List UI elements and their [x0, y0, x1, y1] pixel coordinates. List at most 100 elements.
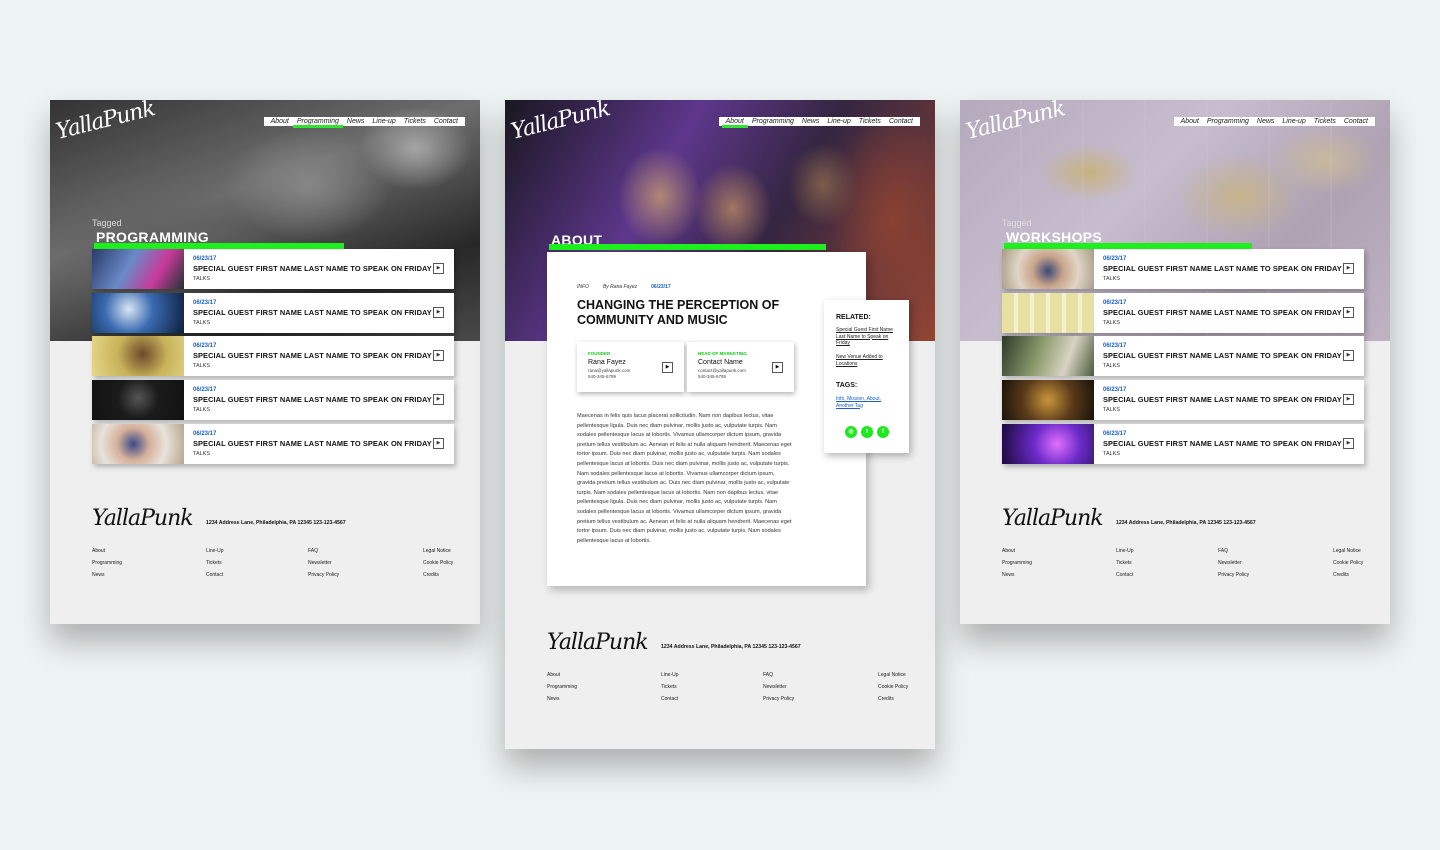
play-icon[interactable]: ▶: [772, 362, 783, 373]
nav-tickets[interactable]: Tickets: [1310, 117, 1340, 126]
footer-link[interactable]: Privacy Policy: [308, 572, 339, 584]
nav-programming[interactable]: Programming: [748, 117, 798, 126]
play-icon[interactable]: ▶: [1343, 263, 1354, 274]
nav-about[interactable]: About: [267, 117, 293, 126]
instagram-icon[interactable]: ◎: [845, 426, 857, 438]
footer-link[interactable]: Privacy Policy: [763, 696, 794, 708]
nav-about[interactable]: About: [1177, 117, 1203, 126]
related-link[interactable]: New Venue Added to Locations: [836, 354, 896, 367]
list-item[interactable]: 06/23/17 SPECIAL GUEST FIRST NAME LAST N…: [92, 380, 454, 421]
list-item[interactable]: 06/23/17 SPECIAL GUEST FIRST NAME LAST N…: [92, 336, 454, 377]
item-category: TALKS: [1103, 407, 1121, 414]
play-icon[interactable]: ▶: [1343, 306, 1354, 318]
footer-logo[interactable]: YallaPunk: [547, 630, 911, 655]
facebook-icon[interactable]: f: [877, 426, 889, 438]
footer-link[interactable]: Programming: [1002, 560, 1032, 572]
footer-link[interactable]: Cookie Policy: [1333, 560, 1363, 572]
twitter-icon[interactable]: t: [861, 426, 873, 438]
list-item[interactable]: 06/23/17 SPECIAL GUEST FIRST NAME LAST N…: [92, 423, 454, 464]
footer-link[interactable]: News: [1002, 572, 1032, 584]
footer-link[interactable]: Cookie Policy: [423, 560, 453, 572]
nav-about[interactable]: About: [721, 117, 749, 128]
footer-link[interactable]: News: [547, 696, 577, 708]
footer-link[interactable]: About: [547, 672, 577, 684]
footer-link[interactable]: Credits: [1333, 572, 1363, 584]
item-title[interactable]: SPECIAL GUEST FIRST NAME LAST NAME TO SP…: [1103, 264, 1364, 273]
nav-tickets[interactable]: Tickets: [400, 117, 430, 126]
footer-link[interactable]: Programming: [547, 684, 577, 696]
nav-lineup[interactable]: Line-up: [1278, 117, 1309, 126]
item-title[interactable]: SPECIAL GUEST FIRST NAME LAST NAME TO SP…: [1103, 439, 1364, 448]
footer-link[interactable]: Privacy Policy: [1218, 572, 1249, 584]
footer-link[interactable]: Line-Up: [1116, 548, 1134, 560]
item-title[interactable]: SPECIAL GUEST FIRST NAME LAST NAME TO SP…: [193, 351, 454, 360]
footer-link[interactable]: FAQ: [1218, 548, 1249, 560]
play-icon[interactable]: ▶: [1343, 394, 1354, 406]
nav-contact[interactable]: Contact: [430, 117, 462, 126]
nav-tickets[interactable]: Tickets: [855, 117, 885, 126]
contact-card-marketing[interactable]: HEAD OF MARKETING Contact Name contact@y…: [687, 342, 794, 392]
item-title[interactable]: SPECIAL GUEST FIRST NAME LAST NAME TO SP…: [193, 264, 454, 273]
list-item[interactable]: 06/23/17 SPECIAL GUEST FIRST NAME LAST N…: [1002, 336, 1364, 377]
nav-programming[interactable]: Programming: [292, 117, 343, 128]
footer-link[interactable]: Cookie Policy: [878, 684, 908, 696]
list-item[interactable]: 06/23/17 SPECIAL GUEST FIRST NAME LAST N…: [1002, 249, 1364, 289]
list-item[interactable]: 06/23/17 SPECIAL GUEST FIRST NAME LAST N…: [92, 249, 454, 289]
list-item[interactable]: 06/23/17 SPECIAL GUEST FIRST NAME LAST N…: [1002, 423, 1364, 464]
tag-links[interactable]: Info, Mission, About, Another Tag: [836, 396, 896, 409]
footer-link[interactable]: Credits: [878, 696, 908, 708]
footer-logo[interactable]: YallaPunk: [1002, 506, 1366, 531]
list-item[interactable]: 06/23/17 SPECIAL GUEST FIRST NAME LAST N…: [1002, 380, 1364, 421]
related-link[interactable]: Special Guest First Name Last Name to Sp…: [836, 327, 896, 347]
item-title[interactable]: SPECIAL GUEST FIRST NAME LAST NAME TO SP…: [193, 439, 454, 448]
footer-link[interactable]: Tickets: [661, 684, 679, 696]
article-section[interactable]: INFO: [577, 284, 589, 290]
play-icon[interactable]: ▶: [662, 362, 673, 373]
contact-card-founder[interactable]: FOUNDER Rana Fayez rana@yallapunk.com 54…: [577, 342, 684, 392]
nav-news[interactable]: News: [798, 117, 824, 126]
footer-link[interactable]: Line-Up: [206, 548, 224, 560]
list-item[interactable]: 06/23/17 SPECIAL GUEST FIRST NAME LAST N…: [1002, 292, 1364, 333]
play-icon[interactable]: ▶: [433, 394, 444, 406]
nav-contact[interactable]: Contact: [1340, 117, 1372, 126]
footer-link[interactable]: FAQ: [763, 672, 794, 684]
footer-link[interactable]: Newsletter: [1218, 560, 1249, 572]
footer-link[interactable]: Contact: [661, 696, 679, 708]
footer-link[interactable]: Tickets: [1116, 560, 1134, 572]
footer-link[interactable]: Legal Notice: [1333, 548, 1363, 560]
play-icon[interactable]: ▶: [433, 306, 444, 318]
item-title[interactable]: SPECIAL GUEST FIRST NAME LAST NAME TO SP…: [193, 395, 454, 404]
play-icon[interactable]: ▶: [1343, 350, 1354, 362]
footer-link[interactable]: Legal Notice: [423, 548, 453, 560]
play-icon[interactable]: ▶: [433, 350, 444, 362]
footer-link[interactable]: Credits: [423, 572, 453, 584]
item-title[interactable]: SPECIAL GUEST FIRST NAME LAST NAME TO SP…: [1103, 308, 1364, 317]
footer-link[interactable]: Contact: [1116, 572, 1134, 584]
footer-logo[interactable]: YallaPunk: [92, 506, 456, 531]
footer-link[interactable]: FAQ: [308, 548, 339, 560]
play-icon[interactable]: ▶: [433, 263, 444, 274]
nav-contact[interactable]: Contact: [885, 117, 917, 126]
footer-link[interactable]: Line-Up: [661, 672, 679, 684]
footer-link[interactable]: News: [92, 572, 122, 584]
nav-news[interactable]: News: [1253, 117, 1279, 126]
item-title[interactable]: SPECIAL GUEST FIRST NAME LAST NAME TO SP…: [1103, 395, 1364, 404]
footer-link[interactable]: About: [1002, 548, 1032, 560]
nav-lineup[interactable]: Line-up: [368, 117, 399, 126]
footer-link[interactable]: Newsletter: [308, 560, 339, 572]
footer-link[interactable]: Contact: [206, 572, 224, 584]
list-item[interactable]: 06/23/17 SPECIAL GUEST FIRST NAME LAST N…: [92, 292, 454, 333]
item-category: TALKS: [193, 407, 211, 414]
footer-link[interactable]: Legal Notice: [878, 672, 908, 684]
nav-programming[interactable]: Programming: [1203, 117, 1253, 126]
nav-news[interactable]: News: [343, 117, 369, 126]
footer-link[interactable]: About: [92, 548, 122, 560]
play-icon[interactable]: ▶: [1343, 437, 1354, 449]
item-title[interactable]: SPECIAL GUEST FIRST NAME LAST NAME TO SP…: [193, 308, 454, 317]
footer-link[interactable]: Programming: [92, 560, 122, 572]
item-title[interactable]: SPECIAL GUEST FIRST NAME LAST NAME TO SP…: [1103, 351, 1364, 360]
nav-lineup[interactable]: Line-up: [823, 117, 854, 126]
footer-link[interactable]: Tickets: [206, 560, 224, 572]
play-icon[interactable]: ▶: [433, 437, 444, 449]
footer-link[interactable]: Newsletter: [763, 684, 794, 696]
